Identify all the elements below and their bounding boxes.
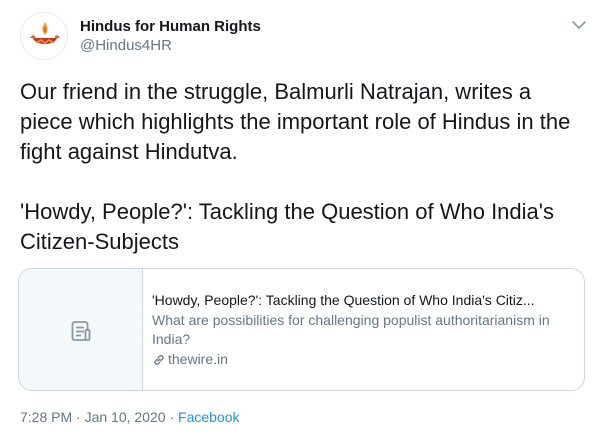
tweet-source-link[interactable]: Facebook [178,409,239,425]
meta-separator: · [165,409,179,425]
meta-separator: · [72,409,85,425]
tweet-line: 'Howdy, People?': Tackling the Question … [20,199,554,224]
document-icon [71,321,91,341]
tweet-date[interactable]: Jan 10, 2020 [85,409,166,425]
tweet-line: fight against Hindutva. [20,139,238,164]
card-domain: thewire.in [152,350,577,369]
tweet: Hindus for Human Rights @Hindus4HR Our f… [0,0,603,440]
card-description: What are possibilities for challenging p… [152,312,550,347]
card-body: 'Howdy, People?': Tackling the Question … [152,291,577,369]
link-preview-card[interactable]: 'Howdy, People?': Tackling the Question … [18,268,585,391]
tweet-header: Hindus for Human Rights @Hindus4HR [20,12,590,62]
tweet-line: piece which highlights the important rol… [20,109,571,134]
tweet-time[interactable]: 7:28 PM [20,409,72,425]
author-names: Hindus for Human Rights @Hindus4HR [80,18,261,56]
card-title[interactable]: 'Howdy, People?': Tackling the Question … [152,291,577,310]
tweet-text: Our friend in the struggle, Balmurli Nat… [20,77,590,257]
link-icon [154,354,164,365]
tweet-meta: 7:28 PM · Jan 10, 2020 · Facebook [20,408,240,426]
card-domain-text: thewire.in [168,351,228,367]
card-thumbnail [19,269,143,390]
avatar[interactable] [20,12,68,60]
tweet-line: Citizen-Subjects [20,229,179,254]
chevron-down-icon[interactable] [568,14,590,36]
display-name[interactable]: Hindus for Human Rights [80,18,261,36]
user-handle[interactable]: @Hindus4HR [80,36,261,56]
diya-lamp-icon [30,22,60,44]
tweet-line: Our friend in the struggle, Balmurli Nat… [20,79,532,104]
